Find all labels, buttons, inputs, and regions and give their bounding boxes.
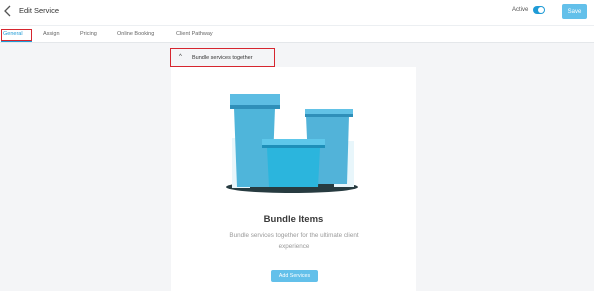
bundle-toggle-label: Bundle services together (192, 54, 253, 61)
bundle-items-description: Bundle services together for the ultimat… (229, 232, 359, 250)
bundle-items-card: Bundle Items Bundle services together fo… (171, 67, 416, 291)
top-bar: Edit Service Active Save (0, 0, 594, 26)
active-toggle[interactable] (533, 6, 545, 14)
chevron-up-icon: ^ (179, 54, 182, 60)
save-button[interactable]: Save (562, 4, 587, 19)
tab-bar: General Assign Pricing Online Booking Cl… (0, 26, 594, 43)
toggle-knob (538, 7, 544, 13)
tab-general[interactable]: General (3, 31, 23, 37)
tab-online-booking[interactable]: Online Booking (117, 31, 154, 37)
tab-pricing[interactable]: Pricing (80, 31, 97, 37)
tab-client-pathway[interactable]: Client Pathway (176, 31, 213, 37)
tab-assign[interactable]: Assign (43, 31, 60, 37)
bundle-services-toggle[interactable]: ^ Bundle services together (171, 49, 274, 67)
gift-boxes-illustration (226, 94, 358, 193)
page-title: Edit Service (19, 6, 60, 15)
back-arrow-icon[interactable] (2, 4, 14, 18)
bundle-items-heading: Bundle Items (263, 214, 324, 225)
active-tab-indicator (1, 40, 32, 42)
active-label: Active (512, 7, 529, 13)
add-services-button[interactable]: Add Services (271, 270, 318, 282)
